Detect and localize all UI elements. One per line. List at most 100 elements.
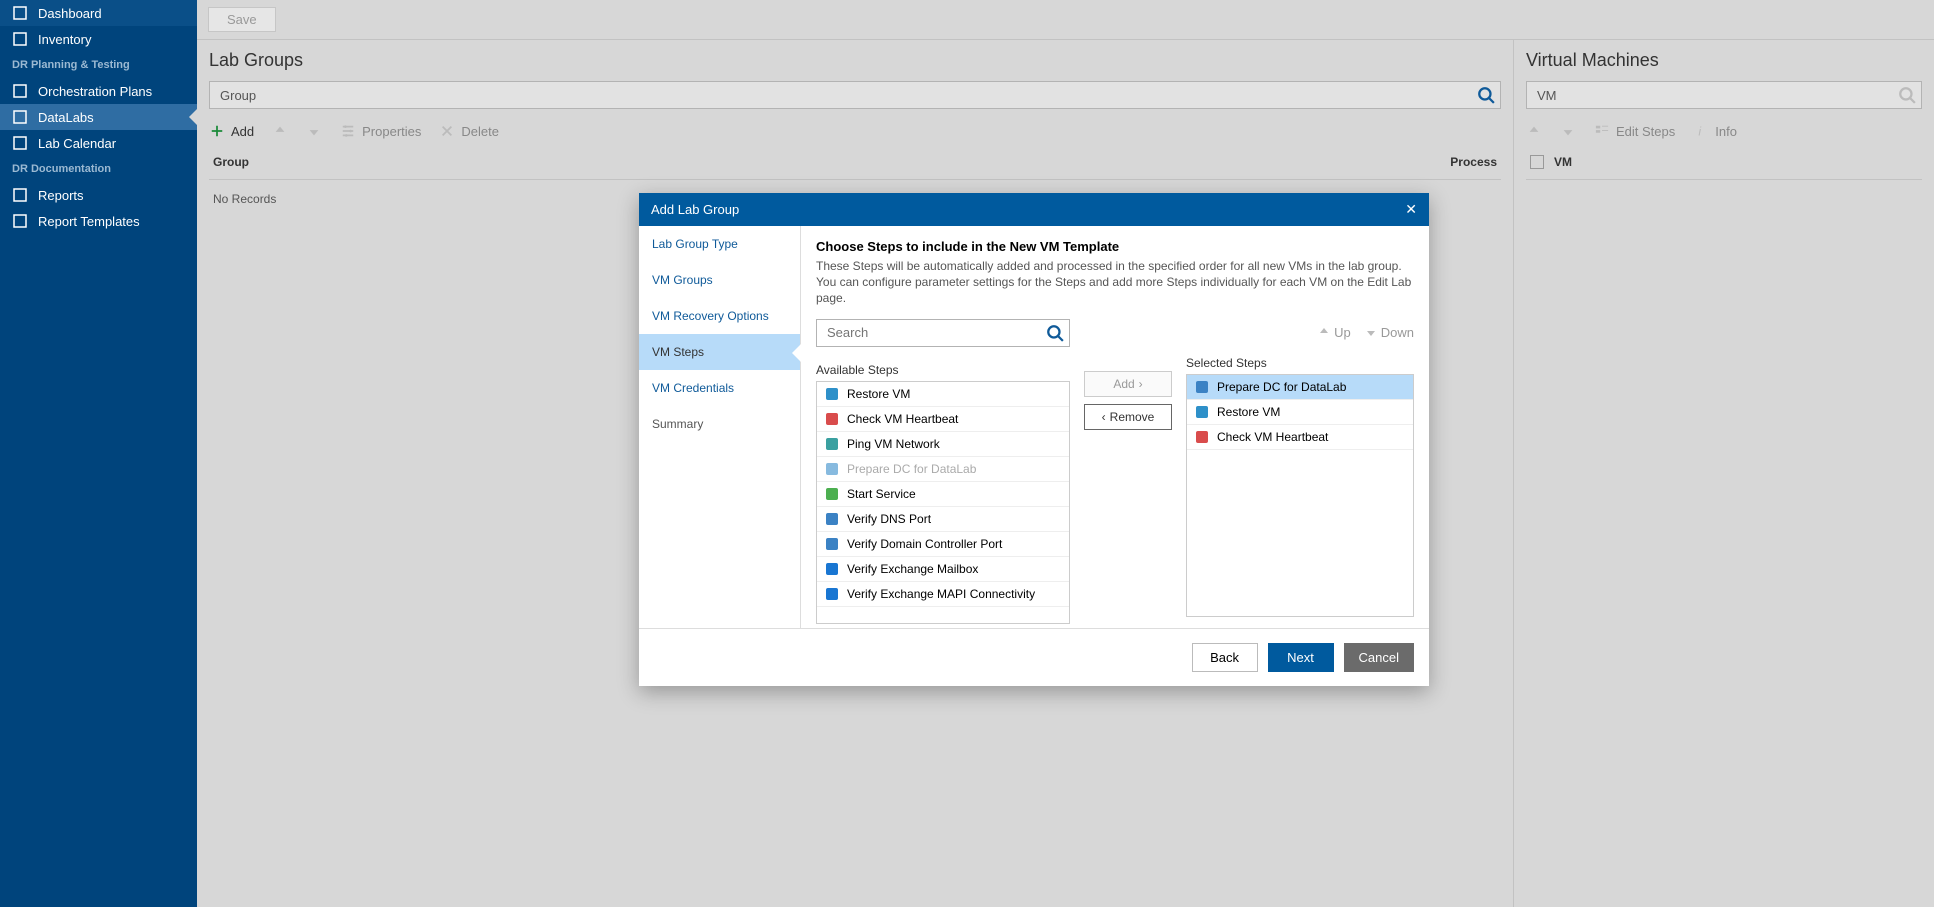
available-step[interactable]: Verify Exchange MAPI Connectivity (817, 582, 1069, 607)
available-step[interactable]: Check VM Heartbeat (817, 407, 1069, 432)
sidebar-item-inventory[interactable]: Inventory (0, 26, 197, 52)
properties-button[interactable]: Properties (340, 123, 421, 139)
sidebar: DashboardInventory DR Planning & Testing… (0, 0, 197, 907)
plus-icon (209, 123, 225, 139)
datalabs-icon (12, 109, 28, 125)
column-vm: VM (1554, 155, 1572, 169)
step-label: Verify Domain Controller Port (847, 537, 1002, 551)
remove-step-button[interactable]: ‹ Remove (1084, 404, 1172, 430)
search-icon[interactable] (1046, 324, 1064, 342)
move-down-button[interactable] (306, 123, 322, 139)
sliders-icon (340, 123, 356, 139)
steps-search (816, 319, 1070, 347)
move-down-button[interactable]: Down (1365, 325, 1414, 340)
dialog-nav-summary[interactable]: Summary (639, 406, 800, 442)
available-step[interactable]: Prepare DC for DataLab (817, 457, 1069, 482)
steps-search-input[interactable] (816, 319, 1070, 347)
step-label: Prepare DC for DataLab (1217, 380, 1346, 394)
step-icon (1195, 380, 1209, 394)
sidebar-item-report-templates[interactable]: Report Templates (0, 208, 197, 234)
cancel-button[interactable]: Cancel (1344, 643, 1414, 672)
selected-step[interactable]: Check VM Heartbeat (1187, 425, 1413, 450)
arrow-up-icon (1526, 123, 1542, 139)
sidebar-item-dashboard[interactable]: Dashboard (0, 0, 197, 26)
dialog-nav-vm-recovery-options[interactable]: VM Recovery Options (639, 298, 800, 334)
info-button[interactable]: i Info (1693, 123, 1737, 139)
search-icon[interactable] (1477, 86, 1495, 104)
sidebar-item-label: Lab Calendar (38, 136, 116, 151)
available-steps-label: Available Steps (816, 363, 1070, 377)
arrow-down-icon (1365, 326, 1377, 338)
selected-steps-list[interactable]: Prepare DC for DataLab Restore VM Check VM… (1186, 374, 1414, 617)
reports-icon (12, 187, 28, 203)
add-lab-group-dialog: Add Lab Group ✕ Lab Group TypeVM GroupsV… (639, 193, 1429, 686)
move-up-button[interactable] (272, 123, 288, 139)
vm-move-up-button[interactable] (1526, 123, 1542, 139)
sidebar-item-orchestration-plans[interactable]: Orchestration Plans (0, 78, 197, 104)
step-label: Restore VM (847, 387, 910, 401)
step-icon (1195, 430, 1209, 444)
arrow-up-icon (1318, 326, 1330, 338)
templates-icon (12, 213, 28, 229)
available-column: Available Steps Restore VM Check VM Heart… (816, 319, 1070, 624)
available-step[interactable]: Start Service (817, 482, 1069, 507)
dialog-header: Add Lab Group ✕ (639, 193, 1429, 226)
move-up-button[interactable]: Up (1318, 325, 1351, 340)
sidebar-item-label: Orchestration Plans (38, 84, 152, 99)
dialog-nav-vm-groups[interactable]: VM Groups (639, 262, 800, 298)
arrow-down-icon (306, 123, 322, 139)
vm-search-input[interactable] (1526, 81, 1922, 109)
step-label: Restore VM (1217, 405, 1280, 419)
lab-groups-search (209, 81, 1501, 109)
delete-button[interactable]: Delete (439, 123, 499, 139)
selected-step[interactable]: Restore VM (1187, 400, 1413, 425)
edit-steps-button[interactable]: Edit Steps (1594, 123, 1675, 139)
sidebar-item-datalabs[interactable]: DataLabs (0, 104, 197, 130)
available-steps-list[interactable]: Restore VM Check VM Heartbeat Ping VM Netw… (816, 381, 1070, 624)
lab-groups-search-input[interactable] (209, 81, 1501, 109)
step-label: Ping VM Network (847, 437, 940, 451)
step-label: Prepare DC for DataLab (847, 462, 976, 476)
sidebar-item-lab-calendar[interactable]: Lab Calendar (0, 130, 197, 156)
edit-steps-label: Edit Steps (1616, 124, 1675, 139)
save-button[interactable]: Save (208, 7, 276, 32)
step-icon (825, 562, 839, 576)
reorder-controls: Up Down (1186, 319, 1414, 340)
available-step[interactable]: Ping VM Network (817, 432, 1069, 457)
sidebar-item-label: Reports (38, 188, 84, 203)
back-button[interactable]: Back (1192, 643, 1258, 672)
lab-groups-title: Lab Groups (209, 50, 1501, 71)
chevron-left-icon: ‹ (1102, 410, 1106, 424)
dialog-desc: These Steps will be automatically added … (816, 258, 1414, 307)
dialog-nav-vm-credentials[interactable]: VM Credentials (639, 370, 800, 406)
info-icon: i (1693, 123, 1709, 139)
selected-step[interactable]: Prepare DC for DataLab (1187, 375, 1413, 400)
sidebar-item-reports[interactable]: Reports (0, 182, 197, 208)
step-icon (825, 537, 839, 551)
dialog-nav-lab-group-type[interactable]: Lab Group Type (639, 226, 800, 262)
arrow-down-icon (1560, 123, 1576, 139)
virtual-machines-panel: Virtual Machines Edit Steps i Info (1514, 40, 1934, 907)
step-label: Check VM Heartbeat (847, 412, 958, 426)
available-step[interactable]: Verify Domain Controller Port (817, 532, 1069, 557)
add-button[interactable]: Add (209, 123, 254, 139)
dialog-footer: Back Next Cancel (639, 628, 1429, 686)
dialog-nav-vm-steps[interactable]: VM Steps (639, 334, 800, 370)
available-step[interactable]: Verify DNS Port (817, 507, 1069, 532)
step-label: Verify DNS Port (847, 512, 931, 526)
close-icon[interactable]: ✕ (1405, 201, 1417, 218)
add-step-button[interactable]: Add › (1084, 371, 1172, 397)
chevron-right-icon: › (1139, 377, 1143, 391)
dialog-main: Choose Steps to include in the New VM Te… (801, 226, 1429, 628)
vm-move-down-button[interactable] (1560, 123, 1576, 139)
select-all-checkbox[interactable] (1530, 155, 1544, 169)
vm-toolbar: Edit Steps i Info (1526, 117, 1922, 145)
step-icon (825, 587, 839, 601)
search-icon[interactable] (1898, 86, 1916, 104)
column-process: Process (1417, 155, 1497, 169)
selected-steps-label: Selected Steps (1186, 356, 1414, 370)
available-step[interactable]: Restore VM (817, 382, 1069, 407)
next-button[interactable]: Next (1268, 643, 1334, 672)
available-step[interactable]: Verify Exchange Mailbox (817, 557, 1069, 582)
step-label: Start Service (847, 487, 916, 501)
